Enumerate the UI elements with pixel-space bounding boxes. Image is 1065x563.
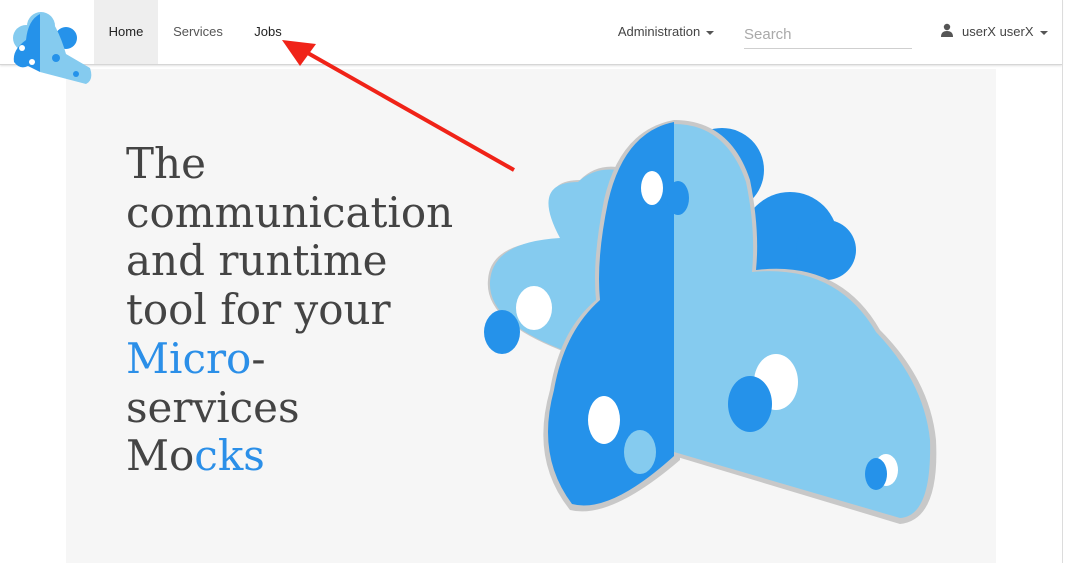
top-navbar: Home Services Jobs Administration userX … — [0, 0, 1062, 65]
caret-down-icon — [1039, 30, 1048, 35]
tagline-accent: Micro — [126, 333, 252, 383]
tagline-hyphen: - — [251, 333, 266, 383]
nav-jobs[interactable]: Jobs — [242, 0, 294, 64]
tagline-line: Mocks — [126, 431, 506, 481]
hero-tagline: The communication and runtime tool for y… — [126, 139, 506, 481]
tagline-accent: cks — [194, 431, 265, 481]
tagline-line: and runtime — [126, 236, 388, 286]
tagline-line: The — [126, 139, 206, 188]
user-icon — [941, 23, 953, 37]
caret-down-icon — [706, 30, 715, 35]
tagline-line: communication — [126, 187, 454, 237]
scrollbar-edge — [1062, 0, 1063, 563]
nav-home[interactable]: Home — [94, 0, 158, 64]
tagline-line: services — [126, 382, 300, 432]
tagline-line: Micro- — [126, 333, 506, 384]
microcks-hero-illustration — [484, 120, 937, 524]
user-menu[interactable]: userX userX — [940, 0, 1048, 64]
tagline-plain: Mo — [126, 431, 195, 481]
administration-menu[interactable]: Administration — [606, 0, 726, 64]
nav-services[interactable]: Services — [162, 0, 234, 64]
user-name: userX userX — [962, 24, 1034, 39]
microcks-logo-icon[interactable] — [6, 10, 92, 85]
administration-label: Administration — [617, 24, 701, 39]
search-input[interactable] — [744, 20, 912, 49]
tagline-line: tool for your — [126, 285, 391, 335]
